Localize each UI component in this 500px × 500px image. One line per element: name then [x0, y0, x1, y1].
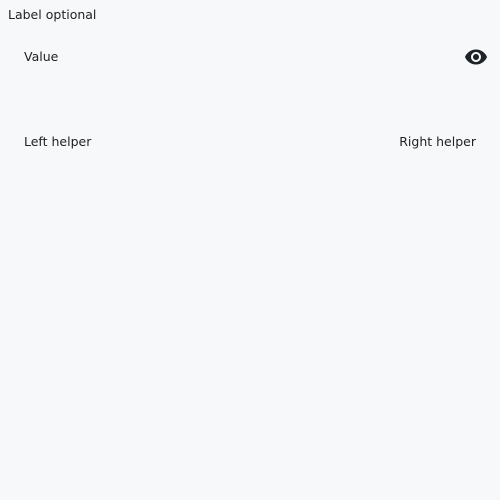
password-input[interactable]: Value — [8, 38, 492, 76]
eye-icon — [465, 49, 487, 65]
show-password-toggle[interactable] — [464, 45, 488, 69]
helper-text-right: Right helper — [399, 134, 476, 149]
input-value: Value — [24, 49, 59, 64]
helper-text-left: Left helper — [24, 134, 92, 149]
page: Label optional Value Left helper Right he… — [0, 0, 500, 500]
optional-indicator: optional — [45, 7, 97, 22]
field-label-text: Label — [8, 7, 42, 22]
field-label: Label optional — [8, 7, 96, 23]
